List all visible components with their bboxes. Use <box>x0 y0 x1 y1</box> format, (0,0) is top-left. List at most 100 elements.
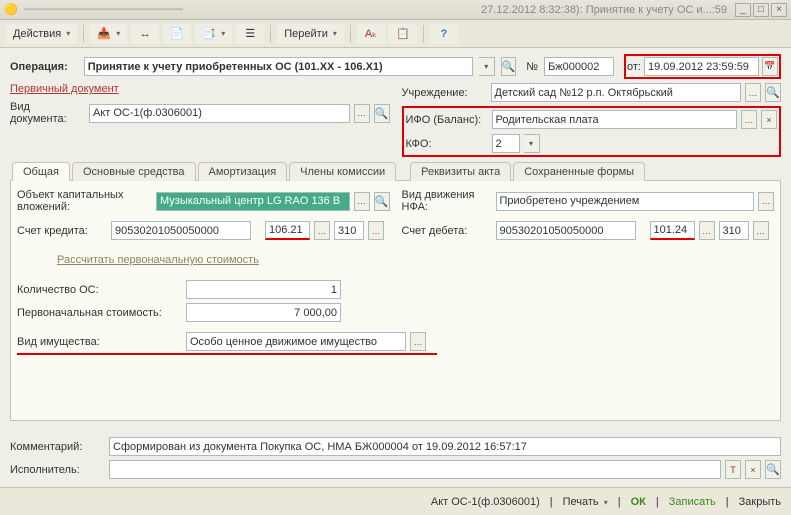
calendar-icon: 📅 <box>764 61 775 72</box>
kfo-dropdown-button[interactable]: ▾ <box>524 134 540 153</box>
debit-code-more-button[interactable]: … <box>699 221 715 240</box>
obj-more-button[interactable]: … <box>354 192 370 211</box>
ifo-clear-button[interactable]: × <box>761 110 777 129</box>
executor-t-button[interactable]: T <box>725 460 741 479</box>
ifo-label: ИФО (Баланс): <box>406 114 488 126</box>
debit-acc-input[interactable]: 90530201050050000 <box>496 221 636 240</box>
debit-label: Счет дебета: <box>402 225 492 237</box>
help-icon: ? <box>437 27 451 41</box>
status-doc-link[interactable]: Акт ОС-1(ф.0306001) <box>431 496 540 508</box>
obj-search-button[interactable]: 🔍 <box>374 192 390 211</box>
doc-type-input[interactable]: Акт ОС-1(ф.0306001) <box>89 104 350 123</box>
titlebar: 🟡 ━━━━━━━━━━━━━━━━━━━━━━━━ 27.12.2012 8:… <box>0 0 791 20</box>
date-input[interactable]: 19.09.2012 23:59:59 <box>644 57 759 76</box>
debit-ext-more-button[interactable]: … <box>753 221 769 240</box>
credit-code-input[interactable]: 106.21 <box>265 221 310 240</box>
tabs: Общая Основные средства Амортизация Член… <box>10 161 781 181</box>
doc-icon: 📄 <box>170 27 184 41</box>
tab-pane-common: Объект капитальных вложений: Музыкальный… <box>10 181 781 421</box>
org-label: Учреждение: <box>402 87 487 99</box>
list-icon: ☰ <box>243 27 257 41</box>
credit-code-more-button[interactable]: … <box>314 221 330 240</box>
toolbar-btn-7[interactable]: 📋 <box>389 24 417 44</box>
primary-doc-link[interactable]: Первичный документ <box>10 83 390 95</box>
toolbar-btn-3[interactable]: 📄 <box>163 24 191 44</box>
print-menu[interactable]: Печать ▾ <box>563 496 608 508</box>
operation-label: Операция: <box>10 61 78 73</box>
movement-input[interactable]: Приобретено учреждением <box>496 192 755 211</box>
toolbar: Действия▾ 📥▾ ↔ 📄 📑▾ ☰ Перейти▾ Aₖ 📋 ? <box>0 20 791 48</box>
org-more-button[interactable]: … <box>745 83 761 102</box>
comment-input[interactable]: Сформирован из документа Покупка ОС, НМА… <box>109 437 781 456</box>
toolbar-btn-1[interactable]: 📥▾ <box>90 24 127 44</box>
movement-more-button[interactable]: … <box>758 192 774 211</box>
num-input[interactable]: Бж000002 <box>544 57 614 76</box>
minimize-button[interactable]: _ <box>735 3 751 17</box>
toolbar-btn-4[interactable]: 📑▾ <box>195 24 232 44</box>
save-button[interactable]: Записать <box>669 496 716 508</box>
comment-label: Комментарий: <box>10 441 105 453</box>
kfo-input[interactable]: 2 <box>492 134 520 153</box>
credit-ext-more-button[interactable]: … <box>368 221 384 240</box>
toolbar-btn-6[interactable]: Aₖ <box>357 24 385 44</box>
tab-committee[interactable]: Члены комиссии <box>289 162 396 181</box>
tab-common[interactable]: Общая <box>12 162 70 181</box>
obj-input[interactable]: Музыкальный центр LG RAO 136 B <box>156 192 350 211</box>
org-search-button[interactable]: 🔍 <box>765 83 781 102</box>
qty-input[interactable]: 1 <box>186 280 341 299</box>
close-window-button[interactable]: × <box>771 3 787 17</box>
credit-label: Счет кредита: <box>17 225 107 237</box>
report-icon: 📋 <box>396 27 410 41</box>
executor-search-button[interactable]: 🔍 <box>765 460 781 479</box>
tab-saved-forms[interactable]: Сохраненные формы <box>513 162 645 181</box>
prop-type-more-button[interactable]: … <box>410 332 426 351</box>
blurred-text: ━━━━━━━━━━━━━━━━━━━━━━━━ <box>24 3 183 16</box>
operation-dropdown-button[interactable]: ▾ <box>479 57 495 76</box>
prop-type-input[interactable]: Особо ценное движимое имущество <box>186 332 406 351</box>
operation-select[interactable]: Принятие к учету приобретенных ОС (101.X… <box>84 57 473 76</box>
help-button[interactable]: ? <box>430 24 458 44</box>
red-underline-marker <box>17 353 437 355</box>
doc-type-label: Вид документа: <box>10 101 85 125</box>
debit-ext-input[interactable]: 310 <box>719 221 749 240</box>
ifo-input[interactable]: Родительская плата <box>492 110 738 129</box>
doc-type-search-button[interactable]: 🔍 <box>374 104 390 123</box>
close-button[interactable]: Закрыть <box>739 496 781 508</box>
doc-type-more-button[interactable]: … <box>354 104 370 123</box>
calendar-button[interactable]: 📅 <box>762 57 778 76</box>
movement-label: Вид движения НФА: <box>402 189 492 213</box>
arrows-icon: ↔ <box>138 27 152 41</box>
cost-label: Первоначальная стоимость: <box>17 307 182 319</box>
maximize-button[interactable]: □ <box>753 3 769 17</box>
executor-clear-button[interactable]: × <box>745 460 761 479</box>
tab-depreciation[interactable]: Амортизация <box>198 162 288 181</box>
kfo-label: КФО: <box>406 138 488 150</box>
num-label: № <box>526 61 538 73</box>
statusbar: Акт ОС-1(ф.0306001) | Печать ▾ | ОК | За… <box>0 487 791 515</box>
calc-cost-link[interactable]: Рассчитать первоначальную стоимость <box>57 254 259 266</box>
toolbar-btn-5[interactable]: ☰ <box>236 24 264 44</box>
actions-menu[interactable]: Действия▾ <box>6 24 77 44</box>
qty-label: Количество ОС: <box>17 284 182 296</box>
toolbar-btn-2[interactable]: ↔ <box>131 24 159 44</box>
post-icon: 📥 <box>97 27 111 41</box>
obj-label: Объект капитальных вложений: <box>17 189 152 213</box>
credit-acc-input[interactable]: 90530201050050000 <box>111 221 251 240</box>
app-icon: 🟡 <box>4 3 18 17</box>
executor-label: Исполнитель: <box>10 464 105 476</box>
debit-code-input[interactable]: 101.24 <box>650 221 695 240</box>
ifo-more-button[interactable]: … <box>741 110 757 129</box>
cost-input[interactable]: 7 000,00 <box>186 303 341 322</box>
tab-fixed-assets[interactable]: Основные средства <box>72 162 196 181</box>
org-input[interactable]: Детский сад №12 р.п. Октябрьский <box>491 83 742 102</box>
ok-button[interactable]: ОК <box>631 496 646 508</box>
operation-search-button[interactable]: 🔍 <box>501 57 517 76</box>
prop-type-label: Вид имущества: <box>17 336 182 348</box>
executor-input[interactable] <box>109 460 721 479</box>
goto-menu[interactable]: Перейти▾ <box>277 24 344 44</box>
copy-doc-icon: 📑 <box>202 27 216 41</box>
credit-ext-input[interactable]: 310 <box>334 221 364 240</box>
from-label: от: <box>627 61 641 73</box>
letter-icon: Aₖ <box>364 27 378 41</box>
tab-act-details[interactable]: Реквизиты акта <box>410 162 511 181</box>
